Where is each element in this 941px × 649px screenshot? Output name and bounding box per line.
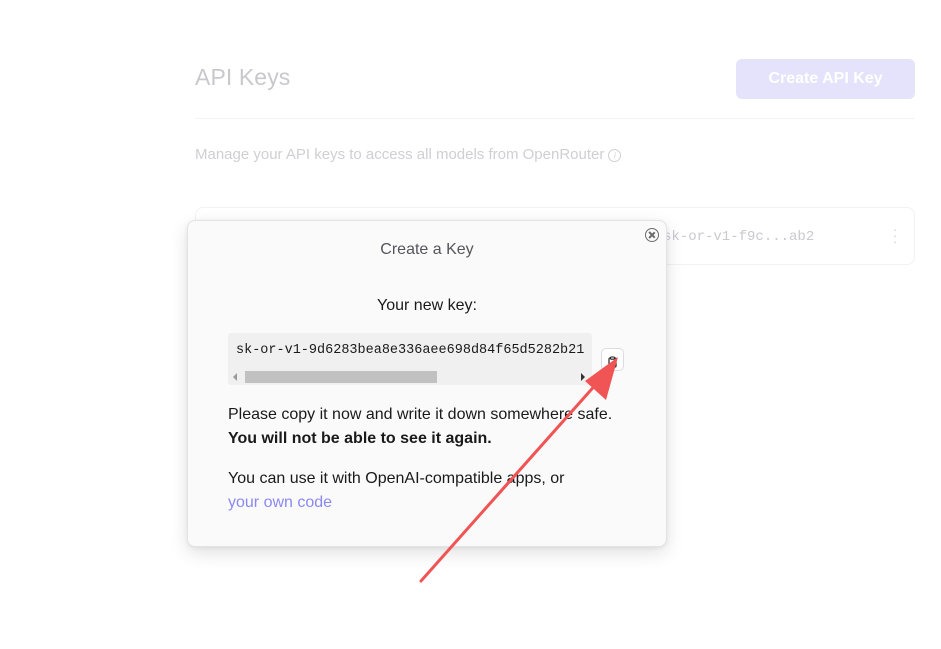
api-key-value[interactable]: sk-or-v1-9d6283bea8e336aee698d84f65d5282… [236,343,584,358]
create-api-key-button[interactable]: Create API Key [736,59,915,99]
scroll-right-arrow-icon[interactable] [581,373,585,381]
scroll-left-arrow-icon[interactable] [233,373,237,381]
copy-key-button[interactable] [601,348,624,371]
horizontal-scrollbar[interactable] [228,369,592,385]
copy-warning: Please copy it now and write it down som… [228,403,628,451]
copy-warning-bold: You will not be able to see it again. [228,430,492,447]
usage-note-text: You can use it with OpenAI-compatible ap… [228,470,565,487]
create-key-modal: Create a Key Your new key: sk-or-v1-9d62… [187,220,667,547]
scrollbar-thumb[interactable] [245,371,437,383]
your-own-code-link[interactable]: your own code [228,494,332,511]
header-divider [195,118,915,119]
close-icon[interactable] [645,228,659,242]
new-key-label: Your new key: [377,297,477,314]
more-vertical-icon[interactable]: · · · [890,222,900,248]
page-subtitle: Manage your API keys to access all model… [195,146,622,163]
masked-key-value: sk-or-v1-f9c...ab2 [663,229,815,245]
clipboard-icon [608,356,617,368]
page-subtitle-text: Manage your API keys to access all model… [195,146,605,163]
info-icon[interactable]: i [608,149,622,162]
copy-warning-text: Please copy it now and write it down som… [228,406,613,423]
modal-title: Create a Key [380,241,474,258]
api-key-display[interactable]: sk-or-v1-9d6283bea8e336aee698d84f65d5282… [228,333,592,385]
usage-note: You can use it with OpenAI-compatible ap… [228,467,628,515]
page-title: API Keys [195,64,291,90]
